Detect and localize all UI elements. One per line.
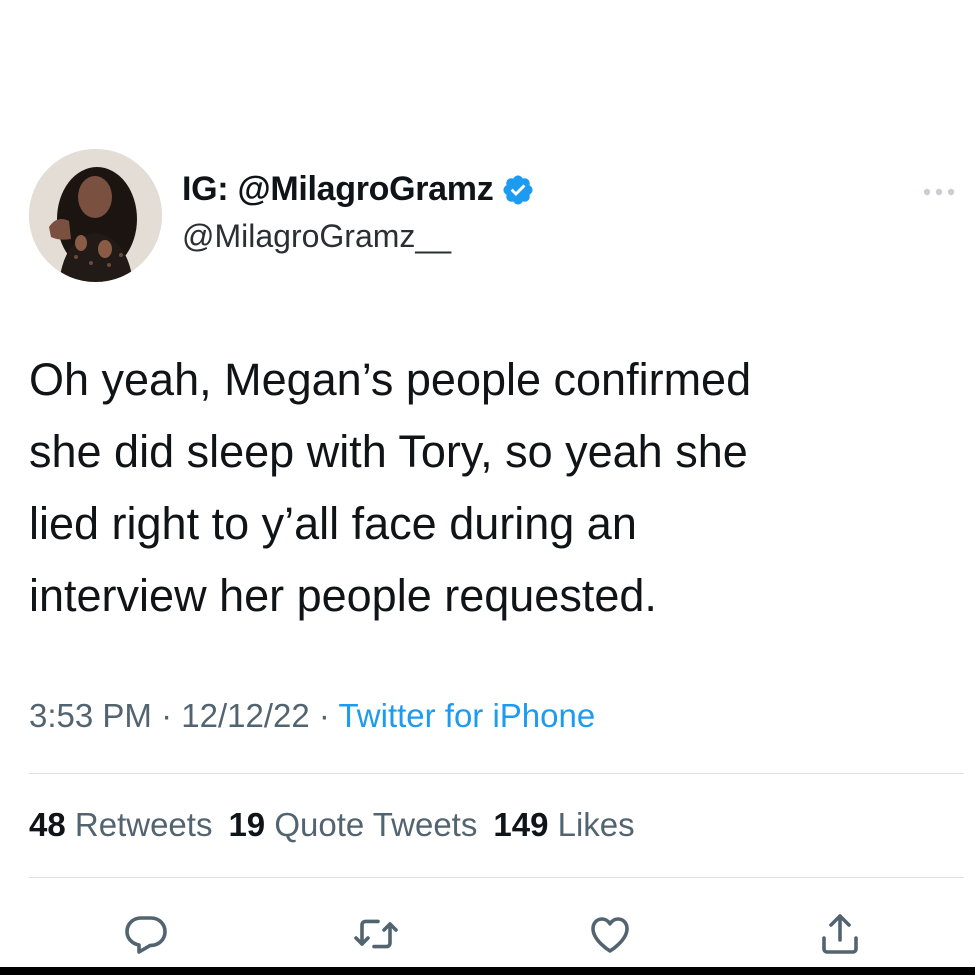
retweets-count: 48 [29,806,66,843]
author-display-name[interactable]: IG: @MilagroGramz [182,170,535,209]
retweets-label: Retweets [65,806,213,843]
meta-separator: · [309,697,339,734]
reply-button[interactable] [120,908,172,960]
display-name-text: IG: @MilagroGramz [182,170,494,208]
retweet-icon [354,919,398,949]
tweet-time[interactable]: 3:53 PM [29,697,152,734]
divider [29,877,964,878]
tweet-card: IG: @MilagroGramz @MilagroGramz__ Oh yea… [0,0,975,975]
quote-tweets-label: Quote Tweets [265,806,478,843]
tweet-source-link[interactable]: Twitter for iPhone [338,697,595,734]
more-options-icon[interactable] [921,185,957,197]
reply-icon [125,916,167,954]
like-icon [591,917,629,953]
avatar[interactable] [29,149,162,282]
share-icon [822,914,858,954]
bottom-edge-bar [0,967,975,975]
tweet-text-line: interview her people requested. [29,570,657,621]
tweet-stats: 48 Retweets 19 Quote Tweets 149 Likes [29,806,651,844]
quote-tweets-stat[interactable]: 19 Quote Tweets [228,806,477,843]
likes-count: 149 [493,806,549,843]
retweets-stat[interactable]: 48 Retweets [29,806,212,843]
tweet-text: Oh yeah, Megan’s people confirmed she di… [29,344,949,632]
likes-stat[interactable]: 149 Likes [493,806,634,843]
share-button[interactable] [814,908,866,960]
quote-tweets-count: 19 [228,806,266,843]
tweet-date[interactable]: 12/12/22 [181,697,309,734]
author-handle[interactable]: @MilagroGramz__ [182,218,451,255]
avatar-photo [29,149,162,282]
retweet-button[interactable] [350,908,402,960]
tweet-text-line: lied right to y’all face during an [29,498,637,549]
likes-label: Likes [548,806,635,843]
divider [29,773,964,774]
tweet-metadata: 3:53 PM · 12/12/22 · Twitter for iPhone [29,697,595,735]
verified-badge-icon [501,173,535,207]
tweet-text-line: she did sleep with Tory, so yeah she [29,426,748,477]
tweet-text-line: Oh yeah, Megan’s people confirmed [29,354,752,405]
like-button[interactable] [584,908,636,960]
meta-separator: · [151,697,182,734]
